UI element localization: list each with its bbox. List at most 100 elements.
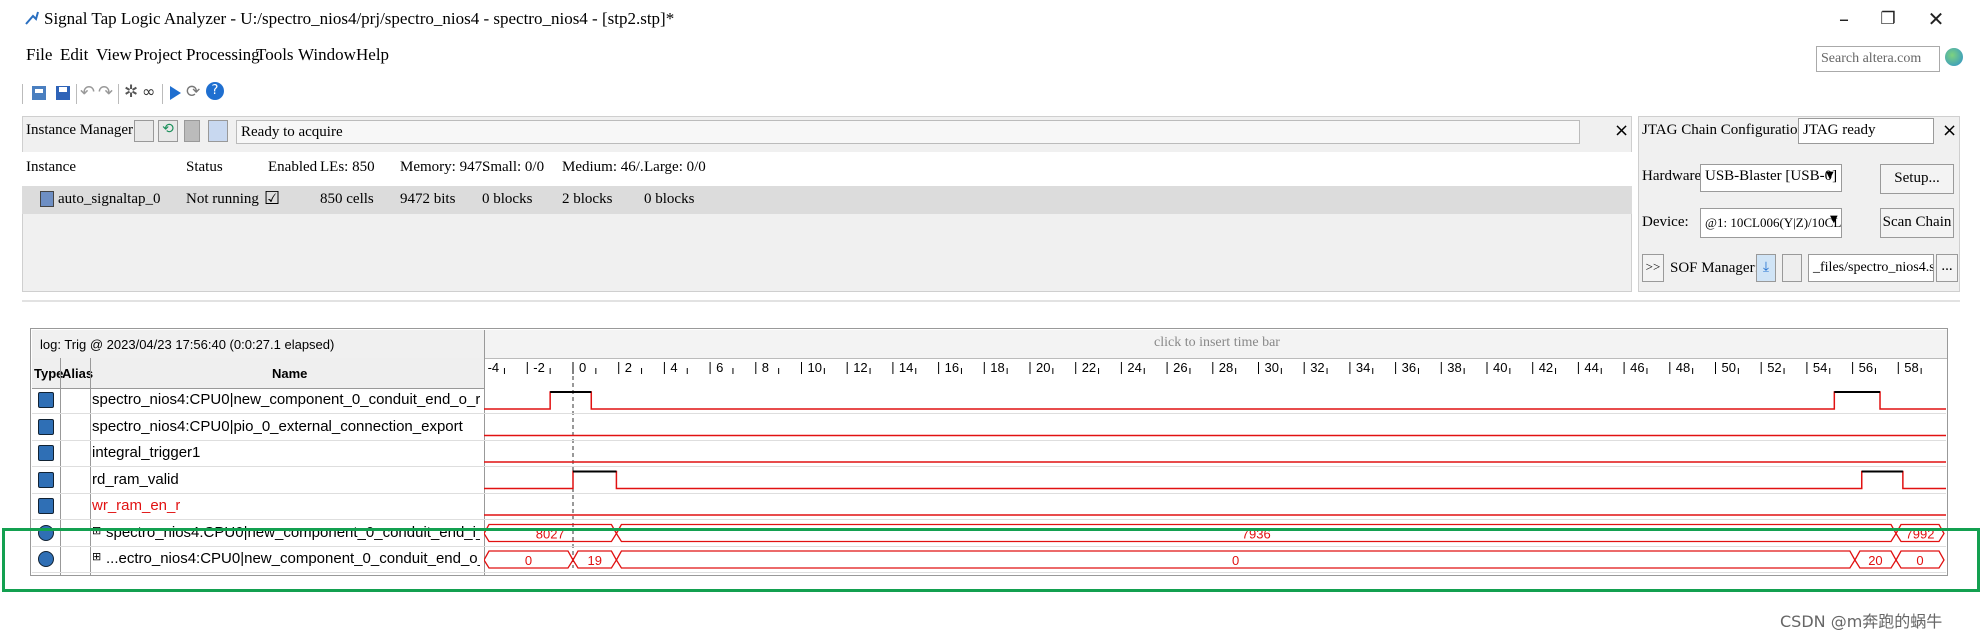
undo-icon[interactable]: ↶ [80, 82, 95, 103]
ruler-tick-label: 26 [1173, 360, 1187, 375]
hardware-chevron-down-icon[interactable]: ▼ [1826, 170, 1834, 181]
expand-sof-button[interactable]: >> [1642, 254, 1664, 282]
menu-window[interactable]: Window [298, 45, 356, 65]
menu-processing[interactable]: Processing [186, 45, 260, 65]
hardware-select[interactable]: USB-Blaster [USB-0] [1700, 164, 1842, 192]
ruler-tick-label: 36 [1402, 360, 1416, 375]
instance-manager-close-icon[interactable]: × [1614, 120, 1629, 141]
ruler-tick-label: -4 [488, 360, 500, 375]
signal-name[interactable]: wr_ram_en_r [92, 497, 180, 514]
scan-chain-button[interactable]: Scan Chain [1880, 208, 1954, 238]
col-status: Status [186, 159, 223, 175]
binoculars-icon[interactable]: ∞ [142, 82, 155, 101]
restore-button[interactable]: ❐ [1870, 4, 1906, 34]
jtag-status-field: JTAG ready [1798, 118, 1934, 144]
instance-status-field: Ready to acquire [236, 120, 1580, 144]
signal-name[interactable]: integral_trigger1 [92, 444, 200, 461]
setup-button[interactable]: Setup... [1880, 164, 1954, 194]
minimize-button[interactable]: – [1826, 4, 1862, 34]
signal-row[interactable] [32, 441, 1946, 468]
ruler-tick-label: 2 [625, 360, 632, 375]
instance-memory: 9472 bits [400, 191, 456, 207]
signal-name[interactable]: rd_ram_valid [92, 471, 179, 488]
stop-icon[interactable] [134, 120, 154, 142]
ruler-tick-label: 10 [808, 360, 822, 375]
device-select[interactable]: @1: 10CL006(Y|Z)/10CL010( [1700, 208, 1842, 238]
col-instance: Instance [26, 159, 76, 175]
sof-manager-label: SOF Manager: [1670, 260, 1759, 276]
instance-small: 0 blocks [482, 191, 533, 207]
signal-tap-icon [38, 498, 54, 514]
close-button[interactable]: ✕ [1918, 4, 1954, 34]
jtag-label: JTAG Chain Configuration: [1642, 122, 1810, 138]
instance-table-header-bg [22, 152, 1632, 186]
signal-name[interactable]: spectro_nios4:CPU0|new_component_0_condu… [92, 391, 480, 408]
menu-file[interactable]: File [26, 45, 52, 65]
ruler-tick-label: 54 [1813, 360, 1827, 375]
ruler-tick-label: 8 [762, 360, 769, 375]
signal-row[interactable] [32, 494, 1946, 521]
sof-file-field[interactable]: _files/spectro_nios4.sof [1808, 254, 1934, 282]
menu-project[interactable]: Project [134, 45, 182, 65]
browse-sof-button[interactable]: ... [1936, 254, 1958, 282]
run-analysis-icon[interactable] [166, 84, 184, 102]
help-icon[interactable]: ? [206, 82, 224, 100]
signal-tap-icon [38, 392, 54, 408]
attach-icon[interactable] [1782, 254, 1802, 282]
node-finder-icon[interactable]: ✲ [124, 82, 138, 102]
ruler-tick-label: 58 [1904, 360, 1918, 375]
window-title: Signal Tap Logic Analyzer - U:/spectro_n… [44, 9, 675, 28]
ruler-tick-label: 50 [1722, 360, 1736, 375]
menu-view[interactable]: View [96, 45, 132, 65]
menu-edit[interactable]: Edit [60, 45, 88, 65]
ruler-tick-label: 22 [1082, 360, 1096, 375]
ruler-tick-label: 24 [1127, 360, 1141, 375]
log-header: log: Trig @ 2023/04/23 17:56:40 (0:0:27.… [40, 337, 335, 352]
ruler-tick-label: 46 [1630, 360, 1644, 375]
time-bar-hint: click to insert time bar [1154, 335, 1280, 350]
col-small: Small: 0/0 [482, 159, 545, 175]
menu-help[interactable]: Help [356, 45, 389, 65]
menu-tools[interactable]: Tools [256, 45, 294, 65]
autorun-icon[interactable]: ⟳ [186, 82, 200, 102]
ruler-tick-label: 44 [1584, 360, 1598, 375]
signal-row[interactable] [32, 467, 1946, 494]
ruler-tick-label: 18 [990, 360, 1004, 375]
signaltap-instance-icon [40, 191, 54, 207]
col-name: Name [272, 366, 308, 381]
hardware-label: Hardware: [1642, 168, 1706, 184]
ruler-tick-label: 14 [899, 360, 913, 375]
ruler-tick-label: -2 [533, 360, 545, 375]
highlight-box [2, 528, 1980, 592]
instance-icon[interactable] [30, 84, 48, 102]
read-data-icon[interactable] [208, 120, 228, 142]
ruler-tick-label: 6 [716, 360, 723, 375]
signal-name[interactable]: spectro_nios4:CPU0|pio_0_external_connec… [92, 418, 463, 435]
program-device-icon[interactable]: ⤓ [1756, 254, 1776, 282]
ruler-tick-label: 38 [1447, 360, 1461, 375]
save-icon[interactable] [54, 84, 72, 102]
device-label: Device: [1642, 214, 1689, 230]
enabled-checkbox[interactable]: ☑ [264, 188, 280, 209]
search-input[interactable]: Search altera.com [1816, 46, 1940, 72]
ruler-tick-label: 16 [945, 360, 959, 375]
ruler-tick-label: 52 [1767, 360, 1781, 375]
col-type: Type [34, 366, 64, 381]
signaltap-app-icon [25, 11, 39, 25]
pause-icon[interactable] [184, 120, 200, 142]
signal-tap-icon [38, 471, 54, 488]
ruler-tick-label: 40 [1493, 360, 1507, 375]
ruler-tick-label: 4 [670, 360, 677, 375]
redo-icon[interactable]: ↷ [98, 82, 113, 103]
ruler-tick-label: 12 [853, 360, 867, 375]
ruler-tick-label: 0 [579, 360, 586, 375]
instance-medium: 2 blocks [562, 191, 613, 207]
ruler-tick-label: 42 [1539, 360, 1553, 375]
device-chevron-down-icon[interactable]: ▼ [1830, 214, 1838, 225]
ruler-tick-label: 28 [1219, 360, 1233, 375]
jtag-close-icon[interactable]: × [1942, 120, 1957, 141]
ruler-tick-label: 20 [1036, 360, 1050, 375]
globe-icon[interactable] [1945, 48, 1963, 66]
col-les: LEs: 850 [320, 159, 375, 175]
refresh-icon[interactable]: ⟲ [158, 120, 178, 142]
